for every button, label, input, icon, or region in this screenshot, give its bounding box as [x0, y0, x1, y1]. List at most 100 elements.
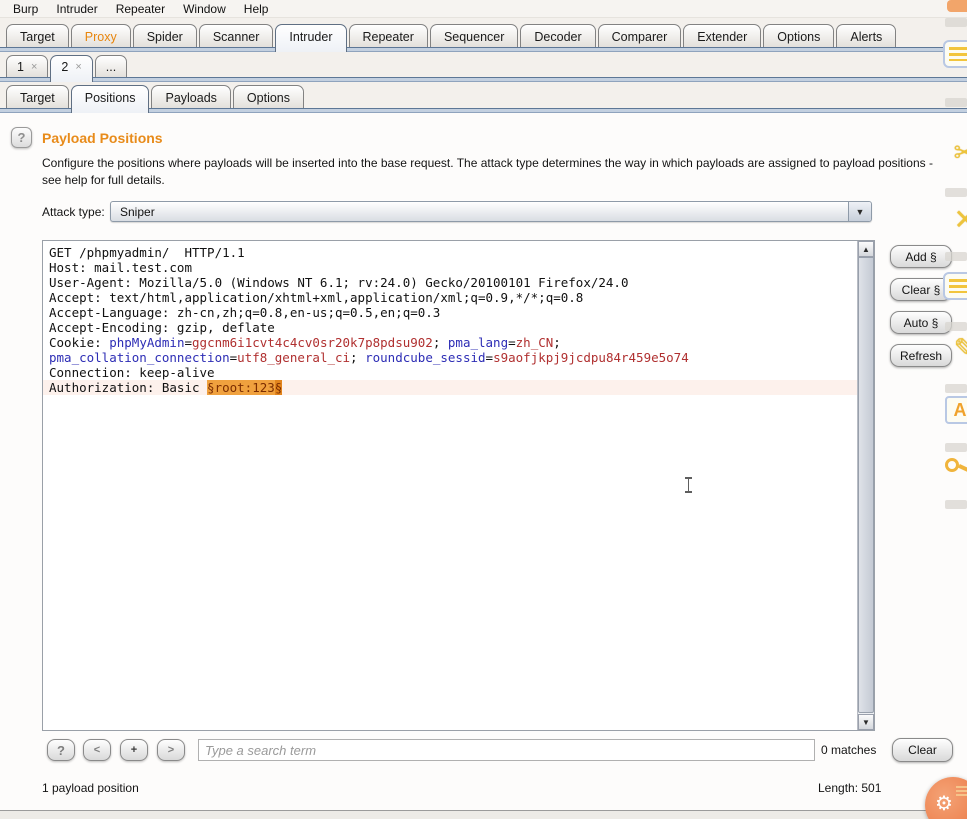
tab-label: Options [777, 30, 821, 44]
tab-positions[interactable]: Positions [70, 85, 150, 113]
tab-intruder[interactable]: Intruder [275, 24, 347, 52]
close-icon[interactable]: × [75, 61, 81, 73]
request-text[interactable]: GET /phpmyadmin/ HTTP/1.1 Host: mail.test… [43, 241, 857, 730]
search-help-button[interactable]: ? [47, 739, 75, 761]
page-description: Configure the positions where payloads w… [42, 156, 933, 187]
tab-1[interactable]: 1 × [6, 55, 49, 77]
search-next-button[interactable]: > [157, 739, 185, 761]
tab-options[interactable]: Options [232, 85, 305, 108]
overlay-label-fragment [945, 98, 967, 107]
tab-repeater[interactable]: Repeater [348, 24, 428, 47]
auto-marker-button[interactable]: Auto § [890, 311, 952, 334]
request-length: Length: 501 [818, 781, 882, 795]
request-line: Host: mail.test.com [49, 260, 857, 275]
arrow-up-icon: ▲ [862, 244, 870, 254]
tab-label: Comparer [611, 30, 668, 44]
tab-scanner[interactable]: Scanner [198, 24, 274, 47]
key-stem [958, 463, 967, 477]
intruder-tab-strip: Target Positions Payloads Options [0, 82, 967, 113]
add-marker-button[interactable]: Add § [890, 245, 952, 268]
attack-type-dropdown[interactable]: Sniper ▼ [110, 201, 872, 222]
request-segment: pma_collation_connection [49, 350, 230, 365]
match-count: 0 matches [821, 743, 877, 757]
tab-[interactable]: ... [94, 55, 128, 77]
arrow-down-icon: ▼ [862, 717, 870, 727]
request-segment: User-Agent: Mozilla/5.0 (Windows NT 6.1;… [49, 275, 629, 290]
request-segment: Accept: text/html,application/xhtml+xml,… [49, 290, 584, 305]
tab-label: Scanner [212, 30, 260, 44]
menu-window[interactable]: Window [174, 2, 235, 16]
key-icon[interactable] [945, 458, 967, 477]
menu-intruder[interactable]: Intruder [47, 2, 106, 16]
tab-label: ... [105, 60, 117, 74]
tab-2[interactable]: 2 × [50, 55, 93, 82]
request-segment: ggcnm6i1cvt4c4cv0sr20k7p8pdsu902 [192, 335, 433, 350]
menu-burp[interactable]: Burp [4, 2, 47, 16]
overlay-toolbar-fragment [947, 0, 967, 12]
request-segment: Host: mail.test.com [49, 260, 192, 275]
tab-comparer[interactable]: Comparer [597, 24, 682, 47]
text-tool-icon[interactable]: A [945, 396, 967, 424]
vertical-scrollbar[interactable]: ▲ ▼ [857, 241, 874, 730]
request-editor[interactable]: GET /phpmyadmin/ HTTP/1.1 Host: mail.test… [42, 240, 875, 731]
tab-extender[interactable]: Extender [683, 24, 762, 47]
payload-position-count: 1 payload position [42, 781, 139, 795]
bottom-bar [0, 810, 967, 819]
request-segment: Connection: keep-alive [49, 365, 215, 380]
notes-lines [949, 279, 967, 293]
request-line: Accept-Language: zh-cn,zh;q=0.8,en-us;q=… [49, 305, 857, 320]
tab-label: Spider [146, 30, 183, 44]
overlay-label-fragment [945, 18, 967, 27]
search-input[interactable] [198, 739, 815, 761]
tab-label: Extender [697, 30, 748, 44]
request-segment: zh_CN [515, 335, 554, 350]
overlay-label-fragment [945, 252, 967, 261]
tab-proxy[interactable]: Proxy [70, 24, 131, 47]
dropdown-arrow-button[interactable]: ▼ [848, 202, 871, 221]
search-add-button[interactable]: + [120, 739, 148, 761]
close-icon[interactable]: × [31, 61, 37, 73]
tab-label: Alerts [850, 30, 883, 44]
help-button[interactable]: ? [11, 127, 32, 148]
tab-options[interactable]: Options [763, 24, 835, 47]
attack-type-value: Sniper [120, 204, 155, 219]
scroll-up-button[interactable]: ▲ [858, 241, 874, 257]
request-segment: pma_lang [447, 335, 509, 350]
gear-icon: ⚙ [935, 793, 953, 815]
search-clear-button[interactable]: Clear [892, 738, 953, 762]
tab-label: Proxy [84, 30, 117, 44]
request-segment: phpMyAdmin [109, 335, 185, 350]
chevron-down-icon: ▼ [855, 206, 865, 217]
overlay-label-fragment [945, 500, 967, 509]
tab-target[interactable]: Target [6, 24, 69, 47]
tab-sequencer[interactable]: Sequencer [429, 24, 519, 47]
tab-payloads[interactable]: Payloads [151, 85, 231, 108]
page-title: Payload Positions [42, 130, 163, 146]
pencil-icon[interactable]: ✎ [954, 332, 967, 365]
refresh-button[interactable]: Refresh [890, 344, 952, 367]
cross-icon[interactable]: ✕ [954, 203, 967, 236]
scissors-icon[interactable]: ✂ [954, 136, 967, 169]
tab-spider[interactable]: Spider [132, 24, 197, 47]
notes-icon[interactable] [943, 272, 967, 300]
tab-label: Target [20, 91, 55, 105]
search-previous-button[interactable]: < [83, 739, 111, 761]
request-line: User-Agent: Mozilla/5.0 (Windows NT 6.1;… [49, 275, 857, 290]
scrollbar-thumb[interactable] [858, 257, 874, 713]
scroll-down-button[interactable]: ▼ [858, 714, 874, 730]
wrench-lines [956, 786, 967, 797]
request-line: GET /phpmyadmin/ HTTP/1.1 [49, 245, 857, 260]
record-icon[interactable] [943, 40, 967, 68]
record-lines [949, 47, 967, 61]
tab-label: Intruder [289, 30, 333, 44]
tab-band [0, 47, 967, 52]
tab-decoder[interactable]: Decoder [520, 24, 596, 47]
tab-alerts[interactable]: Alerts [836, 24, 897, 47]
menu-repeater[interactable]: Repeater [107, 2, 174, 16]
request-segment: = [485, 350, 494, 365]
tab-target[interactable]: Target [6, 85, 69, 108]
tab-label: Decoder [534, 30, 582, 44]
overlay-label-fragment [945, 443, 967, 452]
request-segment: ; [432, 335, 448, 350]
menu-help[interactable]: Help [235, 2, 278, 16]
